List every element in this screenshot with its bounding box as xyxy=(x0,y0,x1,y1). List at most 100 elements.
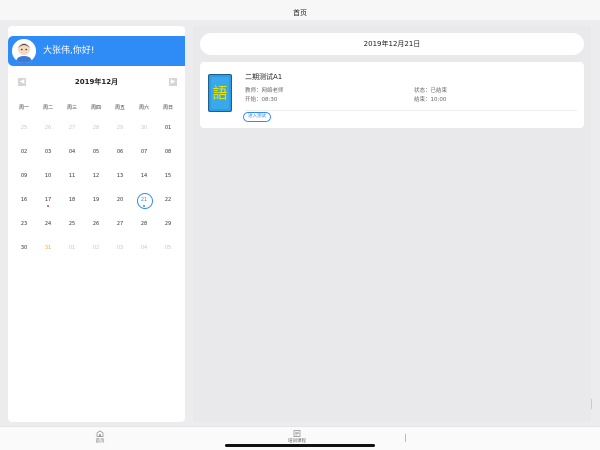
calendar-day[interactable]: 18 xyxy=(60,188,84,212)
calendar-day-label: 13 xyxy=(116,173,124,179)
calendar-day[interactable]: 17 xyxy=(36,188,60,212)
calendar-day[interactable]: 16 xyxy=(12,188,36,212)
tab-records[interactable]: 培训课程 xyxy=(267,430,327,444)
top-bar: 首页 xyxy=(0,0,600,20)
calendar-day[interactable]: 09 xyxy=(12,164,36,188)
exam-card[interactable]: 語 二期测试A1 教师：网络老师 开始：08:30 状态：已结束 结束：10:0… xyxy=(200,62,584,128)
calendar-day-label: 09 xyxy=(20,173,28,179)
greeting-text: 大张伟,你好! xyxy=(43,46,95,56)
enter-exam-button[interactable]: 进入测试 xyxy=(243,112,271,122)
calendar-day[interactable]: 25 xyxy=(60,212,84,236)
greeting-banner: 大张伟,你好! xyxy=(8,36,185,66)
calendar-header: ◀ 2019年12月 ▶ xyxy=(8,74,185,90)
weekday-header: 周一 周二 周三 周四 周五 周六 周日 xyxy=(12,102,180,114)
calendar-day[interactable]: 23 xyxy=(12,212,36,236)
calendar-month-title: 2019年12月 xyxy=(74,78,119,86)
tab-separator xyxy=(405,434,406,442)
calendar-day[interactable]: 15 xyxy=(156,164,180,188)
calendar-day[interactable]: 13 xyxy=(108,164,132,188)
weekday-label: 周六 xyxy=(138,105,149,111)
calendar-day[interactable]: 14 xyxy=(132,164,156,188)
calendar-day-label: 17 xyxy=(44,197,52,203)
calendar-day[interactable]: 04 xyxy=(60,140,84,164)
calendar-day[interactable]: 02 xyxy=(12,140,36,164)
calendar-day-label: 02 xyxy=(92,245,100,251)
home-indicator[interactable] xyxy=(225,444,375,447)
calendar-day-label: 20 xyxy=(116,197,124,203)
calendar-day[interactable]: 05 xyxy=(156,236,180,260)
exam-title: 二期测试A1 xyxy=(245,73,283,81)
calendar-day[interactable]: 04 xyxy=(132,236,156,260)
calendar-day[interactable]: 28 xyxy=(132,212,156,236)
weekday-label: 周三 xyxy=(66,105,77,111)
calendar-day[interactable]: 20 xyxy=(108,188,132,212)
weekday-label: 周日 xyxy=(162,105,173,111)
calendar-day[interactable]: 06 xyxy=(108,140,132,164)
calendar-day[interactable]: 26 xyxy=(36,116,60,140)
weekday-label: 周五 xyxy=(114,105,125,111)
calendar-day[interactable]: 25 xyxy=(12,116,36,140)
calendar-day-label: 26 xyxy=(44,125,52,131)
book-icon: 語 xyxy=(208,74,232,112)
calendar-day-label: 21 xyxy=(140,197,148,203)
calendar-day[interactable]: 28 xyxy=(84,116,108,140)
calendar-day[interactable]: 02 xyxy=(84,236,108,260)
calendar-day-label: 07 xyxy=(140,149,148,155)
calendar-day-label: 02 xyxy=(20,149,28,155)
calendar-day[interactable]: 01 xyxy=(156,116,180,140)
weekday-label: 周一 xyxy=(18,105,29,111)
calendar-day[interactable]: 08 xyxy=(156,140,180,164)
calendar-day[interactable]: 22 xyxy=(156,188,180,212)
calendar-day-label: 28 xyxy=(92,125,100,131)
calendar-day[interactable]: 30 xyxy=(12,236,36,260)
calendar-day[interactable]: 24 xyxy=(36,212,60,236)
calendar-day-label: 16 xyxy=(20,197,28,203)
calendar-day[interactable]: 27 xyxy=(60,116,84,140)
calendar-day-label: 08 xyxy=(164,149,172,155)
calendar-day-label: 10 xyxy=(44,173,52,179)
calendar-day[interactable]: 29 xyxy=(108,116,132,140)
calendar-day-label: 19 xyxy=(92,197,100,203)
calendar-day[interactable]: 03 xyxy=(108,236,132,260)
chevron-right-icon[interactable]: ▶ xyxy=(169,78,177,86)
calendar-day-label: 12 xyxy=(92,173,100,179)
calendar-day-label: 30 xyxy=(20,245,28,251)
weekday-label: 周四 xyxy=(90,105,101,111)
calendar-day[interactable]: 30 xyxy=(132,116,156,140)
calendar-day[interactable]: 27 xyxy=(108,212,132,236)
calendar-day-label: 11 xyxy=(68,173,76,179)
calendar-day[interactable]: 12 xyxy=(84,164,108,188)
calendar-day-label: 15 xyxy=(164,173,172,179)
calendar-day-label: 05 xyxy=(164,245,172,251)
avatar[interactable] xyxy=(12,39,36,63)
calendar-day[interactable]: 05 xyxy=(84,140,108,164)
calendar-day-label: 29 xyxy=(164,221,172,227)
calendar-day-label: 31 xyxy=(44,245,52,251)
calendar-day-label: 03 xyxy=(44,149,52,155)
calendar-day[interactable]: 10 xyxy=(36,164,60,188)
calendar-day-label: 04 xyxy=(68,149,76,155)
selected-date: 2019年12月21日 xyxy=(200,33,584,55)
calendar-day-label: 18 xyxy=(68,197,76,203)
calendar-day[interactable]: 03 xyxy=(36,140,60,164)
calendar-day-label: 05 xyxy=(92,149,100,155)
event-dot xyxy=(143,205,145,207)
calendar-day[interactable]: 01 xyxy=(60,236,84,260)
weekday-label: 周二 xyxy=(42,105,53,111)
calendar-day[interactable]: 29 xyxy=(156,212,180,236)
exam-end-time: 结束：10:00 xyxy=(414,97,447,103)
tab-home[interactable]: 首页 xyxy=(70,430,130,444)
calendar-day[interactable]: 26 xyxy=(84,212,108,236)
calendar-day-label: 30 xyxy=(140,125,148,131)
calendar-day-selected[interactable]: 21 xyxy=(132,188,156,212)
calendar-day-label: 27 xyxy=(116,221,124,227)
calendar-day-today[interactable]: 31 xyxy=(36,236,60,260)
calendar-day-label: 01 xyxy=(68,245,76,251)
page-title: 首页 xyxy=(293,9,307,17)
exam-teacher: 教师：网络老师 xyxy=(245,88,284,94)
home-icon xyxy=(96,430,104,437)
calendar-day[interactable]: 07 xyxy=(132,140,156,164)
calendar-day[interactable]: 11 xyxy=(60,164,84,188)
calendar-day-label: 01 xyxy=(164,125,172,131)
calendar-day[interactable]: 19 xyxy=(84,188,108,212)
